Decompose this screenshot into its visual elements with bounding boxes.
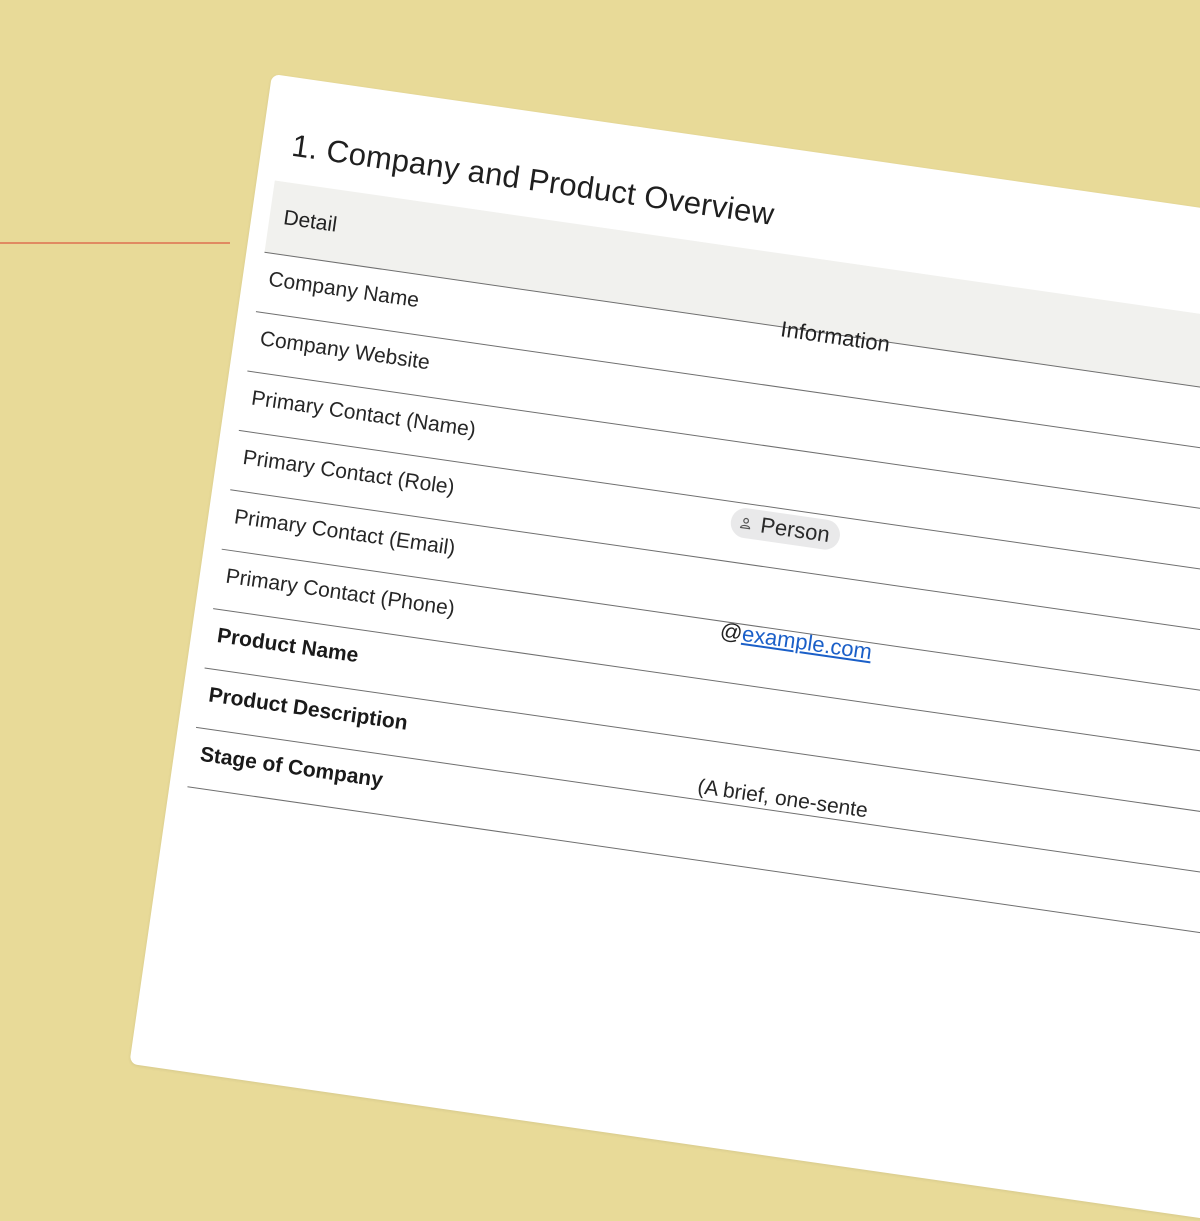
- row-label-company-website: Company Website: [258, 327, 432, 375]
- document-page: 1. Company and Product Overview Detail I…: [129, 74, 1200, 1221]
- person-chip-label: Person: [758, 512, 832, 548]
- row-label-stage-of-company: Stage of Company: [198, 742, 385, 792]
- row-label-company-name: Company Name: [267, 267, 421, 313]
- person-icon: [738, 515, 754, 531]
- overview-table: Detail Information Company Name Company …: [187, 180, 1200, 939]
- accent-line: [0, 242, 230, 244]
- row-label-product-name: Product Name: [215, 624, 360, 668]
- column-header-detail: Detail: [281, 206, 339, 237]
